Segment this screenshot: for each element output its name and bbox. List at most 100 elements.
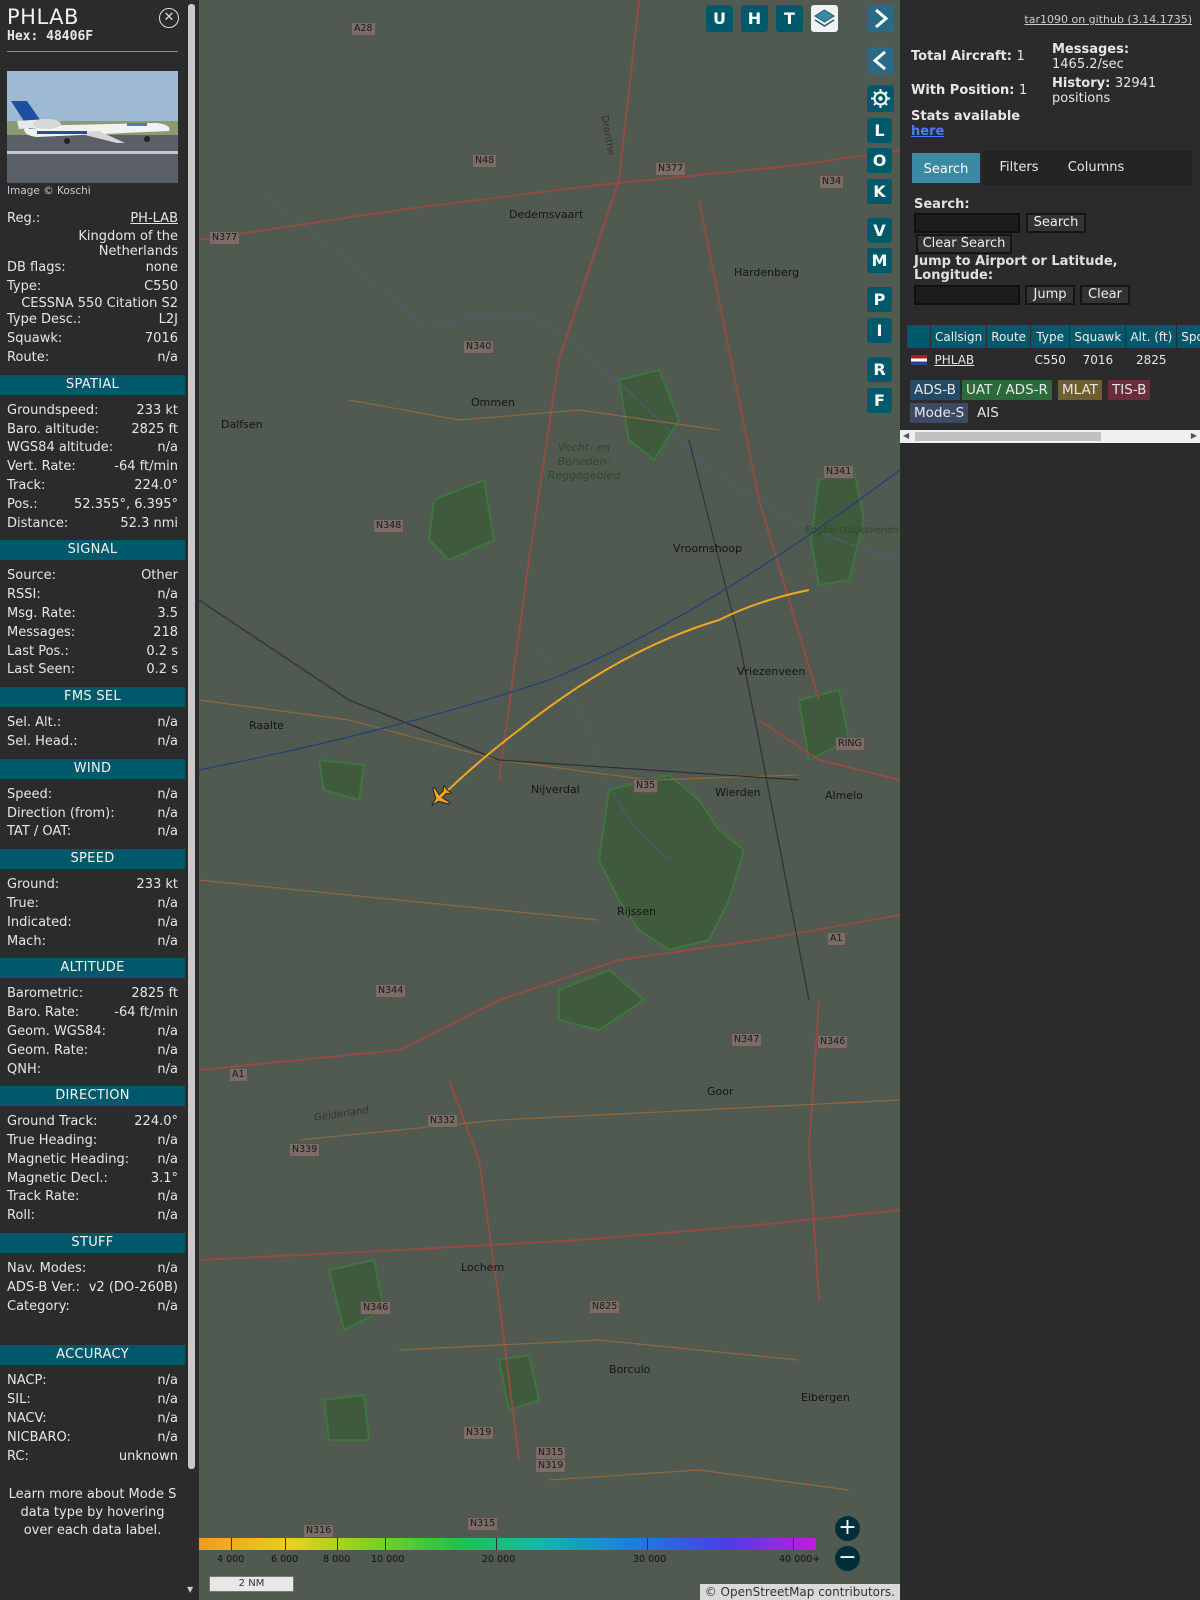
scroll-down-icon[interactable]: ▼: [187, 1585, 193, 1594]
scroll-right-icon[interactable]: ▶: [1191, 431, 1197, 440]
table-horizontal-scrollbar[interactable]: ◀ ▶: [900, 430, 1200, 443]
column-header[interactable]: Alt. (ft): [1125, 324, 1178, 349]
info-row-value: 2825 ft: [131, 421, 178, 437]
scale-bar: 2 NM: [209, 1576, 294, 1592]
column-header[interactable]: Route: [986, 324, 1032, 349]
section-header-accuracy[interactable]: ACCURACY: [0, 1345, 185, 1366]
column-header[interactable]: Squawk: [1069, 324, 1127, 349]
tab-columns[interactable]: Columns: [1056, 151, 1136, 185]
section-header-wind[interactable]: WIND: [0, 758, 185, 779]
info-row-label: NACP:: [7, 1373, 47, 1389]
aircraft-table: CallsignRouteTypeSquawkAlt. (ft)Spd. PHL…: [906, 324, 1200, 371]
map-button-l[interactable]: L: [867, 118, 892, 143]
cell-callsign[interactable]: PHLAB: [931, 349, 987, 371]
aircraft-icon[interactable]: [424, 781, 456, 813]
info-row-value: n/a: [157, 824, 178, 840]
search-input[interactable]: [914, 213, 1020, 233]
info-row-label: QNH:: [7, 1061, 42, 1077]
map-button-o[interactable]: O: [867, 148, 892, 173]
info-row: ADS-B Ver.: v2 (DO-260B): [0, 1279, 185, 1298]
section-header-speed[interactable]: SPEED: [0, 849, 185, 870]
stats-available: Stats available here: [911, 109, 1020, 139]
map-button-k[interactable]: K: [867, 179, 892, 204]
section-header-fms-sel[interactable]: FMS SEL: [0, 687, 185, 708]
map-button-f[interactable]: F: [867, 388, 892, 413]
search-button[interactable]: Search: [1026, 213, 1086, 233]
info-row: Route: n/a: [0, 349, 185, 368]
info-scrollbar-thumb[interactable]: [188, 4, 195, 1469]
road-tag: N341: [823, 465, 855, 479]
map-view[interactable]: Dedemsvaart Hardenberg Ommen Dalfsen Vro…: [199, 0, 900, 1600]
info-row: Pos.: 52.355°, 6.395°: [0, 496, 185, 515]
settings-button[interactable]: [867, 85, 894, 112]
jump-button[interactable]: Jump: [1025, 285, 1075, 305]
github-link[interactable]: tar1090 on github (3.14.1735): [1024, 13, 1192, 26]
info-row: Category: n/a: [0, 1298, 185, 1317]
jump-input[interactable]: [914, 285, 1020, 305]
table-row[interactable]: PHLAB C550 7016 2825: [907, 349, 1200, 371]
info-row: Type Desc.: L2J: [0, 311, 185, 330]
road-tag: N347: [731, 1033, 763, 1047]
column-header[interactable]: [906, 324, 931, 349]
zoom-in-button[interactable]: +: [835, 1516, 860, 1541]
info-row-value: 218: [153, 624, 178, 640]
collapse-sidebar-button[interactable]: [867, 47, 894, 74]
with-position-label: With Position:: [911, 83, 1015, 98]
info-row: RC: unknown: [0, 1448, 185, 1467]
altitude-tick-label: 8 000: [323, 1554, 351, 1565]
source-badge-mlat: MLAT: [1058, 380, 1102, 400]
cell-squawk: 7016: [1082, 352, 1114, 367]
column-header[interactable]: Type: [1030, 324, 1071, 349]
jump-label: Jump to Airport or Latitude, Longitude:: [914, 254, 1118, 283]
source-badge-ads-b: ADS-B: [910, 380, 960, 400]
map-place-label: Rijssen: [617, 905, 656, 918]
info-row: SIL: n/a: [0, 1391, 185, 1410]
section-header-stuff[interactable]: STUFF: [0, 1233, 185, 1254]
info-row: Direction (from): n/a: [0, 805, 185, 824]
info-row-label: Msg. Rate:: [7, 605, 76, 621]
column-header[interactable]: Callsign: [929, 324, 988, 349]
clear-button[interactable]: Clear: [1080, 285, 1130, 305]
section-header-spatial[interactable]: SPATIAL: [0, 374, 185, 395]
source-badge-uat-ads-r: UAT / ADS-R: [962, 380, 1052, 400]
road-tag: N339: [289, 1143, 321, 1157]
aircraft-photo[interactable]: [7, 71, 178, 183]
map-button-r[interactable]: R: [867, 357, 892, 382]
map-button-v[interactable]: V: [867, 218, 892, 243]
section-header-altitude[interactable]: ALTITUDE: [0, 958, 185, 979]
map-place-label: Vroomshoop: [673, 542, 743, 555]
info-scrollbar[interactable]: ▼: [185, 0, 199, 1600]
info-row-label: Nav. Modes:: [7, 1261, 87, 1277]
map-place-label: Dalfsen: [221, 418, 263, 431]
map-button-i[interactable]: I: [867, 318, 892, 343]
horizontal-scrollbar-thumb[interactable]: [915, 432, 1101, 441]
scroll-left-icon[interactable]: ◀: [903, 431, 909, 440]
expand-sidebar-button[interactable]: [867, 5, 894, 32]
close-icon[interactable]: ✕: [159, 8, 179, 28]
column-header[interactable]: Spd.: [1176, 324, 1200, 349]
info-value-line: Kingdom of the Netherlands: [78, 228, 178, 259]
map-place-label: Hardenberg: [734, 266, 800, 279]
info-row-value: unknown: [118, 1448, 178, 1464]
map-button-m[interactable]: M: [867, 248, 892, 273]
map-button-t[interactable]: T: [776, 5, 803, 32]
map-attribution[interactable]: © OpenStreetMap contributors.: [699, 1584, 900, 1600]
layers-button[interactable]: [811, 5, 838, 32]
stats-available-label: Stats available: [911, 109, 1021, 124]
info-row: NACV: n/a: [0, 1410, 185, 1429]
tab-filters[interactable]: Filters: [984, 151, 1054, 185]
info-row: True: n/a: [0, 895, 185, 914]
map-button-p[interactable]: P: [867, 287, 892, 312]
info-row: DB flags: none: [0, 259, 185, 278]
zoom-out-button[interactable]: −: [835, 1546, 860, 1571]
info-row-label: Ground:: [7, 877, 60, 893]
map-button-u[interactable]: U: [706, 5, 733, 32]
registration-link[interactable]: PH-LAB: [130, 210, 178, 229]
clear-search-button[interactable]: Clear Search: [916, 234, 1012, 254]
section-header-signal[interactable]: SIGNAL: [0, 540, 185, 561]
tab-search[interactable]: Search: [910, 151, 982, 185]
section-header-direction[interactable]: DIRECTION: [0, 1086, 185, 1107]
stats-here-link[interactable]: here: [911, 124, 1020, 139]
map-button-h[interactable]: H: [741, 5, 768, 32]
info-row-label: Baro. Rate:: [7, 1005, 80, 1021]
